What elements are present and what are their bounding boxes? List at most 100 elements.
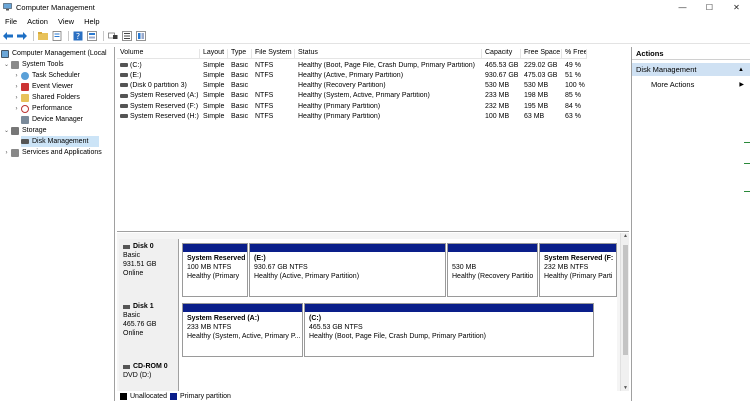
folder-icon <box>21 93 29 102</box>
options-icon[interactable] <box>121 30 132 41</box>
computer-management-icon <box>3 3 12 11</box>
maximize-button[interactable]: ☐ <box>696 0 723 14</box>
tree-item-device-manager[interactable]: Device Manager <box>13 114 83 125</box>
menu-view[interactable]: View <box>53 17 79 26</box>
tree-label: Storage <box>22 127 47 134</box>
tree-item-task-scheduler[interactable]: › Task Scheduler <box>13 70 80 81</box>
menu-help[interactable]: Help <box>79 17 104 26</box>
volume-row[interactable]: (E:) Simple Basic NTFS Healthy (Active, Prim… <box>117 70 587 80</box>
column-file-system[interactable]: File System <box>252 49 295 58</box>
tree-label: Task Scheduler <box>32 72 80 79</box>
scroll-up-icon[interactable]: ▲ <box>621 233 630 239</box>
column-layout[interactable]: Layout <box>200 49 228 58</box>
partition-size: 530 MB <box>452 264 477 271</box>
collapse-up-icon[interactable]: ▲ <box>738 67 744 73</box>
disk-row-0[interactable]: Disk 0 Basic 931.51 GB Online System Res… <box>119 239 617 299</box>
actions-header: Actions <box>632 47 750 60</box>
column-status[interactable]: Status <box>295 49 482 58</box>
collapse-arrow-icon[interactable]: ⌄ <box>3 127 10 134</box>
tree-item-system-tools[interactable]: ⌄ System Tools <box>3 59 64 70</box>
scroll-down-icon[interactable]: ▼ <box>621 385 630 391</box>
menu-bar: File Action View Help <box>0 15 105 27</box>
expand-arrow-icon[interactable]: › <box>13 73 20 79</box>
legend-unallocated: Unallocated <box>130 393 167 400</box>
close-button[interactable]: ✕ <box>723 0 750 14</box>
expand-arrow-icon[interactable]: › <box>13 84 20 90</box>
computer-icon <box>1 49 9 58</box>
cell-type: Basic <box>231 82 249 90</box>
partition-size: 100 MB NTFS <box>187 264 232 271</box>
scroll-thumb[interactable] <box>623 245 628 355</box>
column-capacity[interactable]: Capacity <box>482 49 521 58</box>
back-arrow-icon[interactable] <box>2 30 13 41</box>
tree-item-storage[interactable]: ⌄ Storage <box>3 125 47 136</box>
expand-arrow-icon[interactable]: › <box>3 150 10 156</box>
cell-pct: 51 % <box>565 71 581 79</box>
menu-action[interactable]: Action <box>22 17 53 26</box>
disk-row-1[interactable]: Disk 1 Basic 465.76 GB Online System Res… <box>119 299 617 359</box>
partition[interactable]: (C:) 465.53 GB NTFS Healthy (Boot, Page Fi… <box>304 303 594 357</box>
clock-icon <box>21 71 29 80</box>
cell-layout: Simple <box>203 102 225 110</box>
cell-fs: NTFS <box>255 102 274 110</box>
toolbar: ? <box>0 28 750 44</box>
volume-row[interactable]: (C:) Simple Basic NTFS Healthy (Boot, Page F… <box>117 60 587 70</box>
volume-row[interactable]: System Reserved (F:) Simple Basic NTFS Healt… <box>117 101 587 111</box>
column-volume[interactable]: Volume <box>117 49 200 58</box>
tree-label: Device Manager <box>32 116 83 123</box>
partition-name: System Reserved (F: <box>544 255 614 262</box>
partition-status: Healthy (Primary <box>187 273 240 280</box>
volume-icon <box>120 83 128 88</box>
disk-label: Disk 0 Basic 931.51 GB Online <box>119 239 179 299</box>
menu-file[interactable]: File <box>0 17 22 26</box>
column-free-space[interactable]: Free Space <box>521 49 562 58</box>
tree-item-disk-management[interactable]: Disk Management <box>21 136 99 147</box>
partition[interactable]: System Reserved (F: 232 MB NTFS Healthy (P… <box>539 243 617 297</box>
connect-icon[interactable] <box>107 30 118 41</box>
more-actions[interactable]: More Actions ▶ <box>632 78 750 90</box>
folder-up-icon[interactable] <box>37 30 48 41</box>
forward-arrow-icon[interactable] <box>16 30 27 41</box>
tree-item-event-viewer[interactable]: › Event Viewer <box>13 81 73 92</box>
volume-icon <box>120 103 128 108</box>
partition[interactable]: (E:) 930.67 GB NTFS Healthy (Active, Prima… <box>249 243 446 297</box>
volume-name: System Reserved (A:) <box>130 92 199 100</box>
partition-status: Healthy (Recovery Partitio <box>452 273 534 280</box>
title-bar: Computer Management — ☐ ✕ <box>0 0 750 14</box>
partition-name: (E:) <box>254 255 266 262</box>
collapse-arrow-icon[interactable]: ⌄ <box>3 61 10 68</box>
unallocated-swatch <box>120 393 127 400</box>
column-percent-free[interactable]: % Free <box>562 49 587 58</box>
volume-row[interactable]: System Reserved (H:) Simple Basic NTFS Healt… <box>117 112 587 122</box>
actions-section-label: Disk Management <box>636 65 697 74</box>
partition[interactable]: System Reserved (A:) 233 MB NTFS Healthy (… <box>182 303 303 357</box>
minimize-button[interactable]: — <box>669 0 696 14</box>
partition[interactable]: System Reserved 100 MB NTFS Healthy (Prima… <box>182 243 248 297</box>
disk-row-cdrom[interactable]: CD-ROM 0 DVD (D:) <box>119 359 617 391</box>
volume-row[interactable]: System Reserved (A:) Simple Basic NTFS Healt… <box>117 91 587 101</box>
tree-item-shared-folders[interactable]: › Shared Folders <box>13 92 80 103</box>
submenu-arrow-icon: ▶ <box>739 81 744 88</box>
tree-root[interactable]: Computer Management (Local <box>1 48 107 59</box>
help-icon[interactable]: ? <box>72 30 83 41</box>
cell-free: 530 MB <box>524 82 549 90</box>
disk-kind: DVD (D:) <box>123 372 152 379</box>
partition[interactable]: 530 MB Healthy (Recovery Partitio <box>447 243 538 297</box>
column-type[interactable]: Type <box>228 49 252 58</box>
device-manager-icon <box>21 115 29 124</box>
expand-arrow-icon[interactable]: › <box>13 95 20 101</box>
vertical-scrollbar[interactable]: ▲ ▼ <box>620 233 629 391</box>
properties-icon[interactable] <box>51 30 62 41</box>
tree-item-performance[interactable]: › Performance <box>13 103 72 114</box>
partition-name: System Reserved (A:) <box>187 315 260 322</box>
cell-free: 229.02 GB <box>524 61 558 69</box>
actions-section-disk-management[interactable]: Disk Management ▲ <box>632 63 750 76</box>
tree-item-services[interactable]: › Services and Applications <box>3 147 102 158</box>
cell-capacity: 233 MB <box>485 92 510 100</box>
tree-label: System Tools <box>22 61 64 68</box>
expand-arrow-icon[interactable]: › <box>13 106 20 112</box>
extra-icon[interactable] <box>135 30 146 41</box>
view-icon[interactable] <box>86 30 97 41</box>
volume-row[interactable]: (Disk 0 partition 3) Simple Basic Healthy (… <box>117 81 587 91</box>
disk-state: Online <box>123 270 144 277</box>
